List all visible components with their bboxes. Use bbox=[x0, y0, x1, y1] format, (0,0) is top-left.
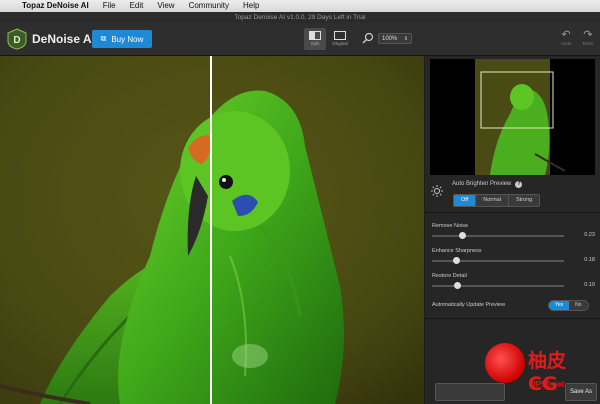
zoom-icon bbox=[362, 32, 374, 44]
menu-bar: Topaz DeNoise AI File Edit View Communit… bbox=[0, 0, 600, 12]
menu-help[interactable]: Help bbox=[243, 0, 259, 12]
remove-noise-label: Remove Noise bbox=[432, 223, 469, 229]
zoom-select[interactable]: 100% ⇕ bbox=[378, 33, 412, 44]
auto-update-yes[interactable]: Yes bbox=[549, 301, 570, 310]
original-view-button[interactable]: Original bbox=[329, 28, 351, 50]
enhance-sharpness-value: 0.18 bbox=[584, 257, 595, 263]
brighten-off-option[interactable]: Off bbox=[454, 195, 477, 206]
sun-icon bbox=[431, 185, 443, 197]
menu-file[interactable]: File bbox=[103, 0, 116, 12]
buy-now-button[interactable]: ⧉ Buy Now bbox=[92, 30, 152, 48]
restore-detail-value: 0.19 bbox=[584, 282, 595, 288]
remove-noise-value: 0.23 bbox=[584, 232, 595, 238]
auto-brighten-section: Auto Brighten Preview? Off Normal Strong bbox=[425, 178, 600, 210]
original-view-label: Original bbox=[332, 41, 348, 46]
help-icon[interactable]: ? bbox=[515, 181, 523, 188]
undo-label: Undo bbox=[560, 41, 572, 46]
slider-track[interactable] bbox=[432, 235, 564, 237]
zoom-value: 100% bbox=[382, 36, 398, 42]
split-view-label: Split bbox=[310, 41, 320, 46]
watermark-url: UP58.net bbox=[530, 380, 565, 389]
slider-handle[interactable] bbox=[454, 282, 462, 289]
auto-brighten-label: Auto Brighten Preview bbox=[452, 181, 512, 187]
denoise-logo-icon: D bbox=[7, 28, 27, 50]
toolbar: D DeNoise AI ⧉ Buy Now Split Original 10… bbox=[0, 23, 600, 56]
remove-noise-slider[interactable]: Remove Noise 0.23 bbox=[432, 223, 595, 243]
menu-app-name[interactable]: Topaz DeNoise AI bbox=[22, 0, 89, 12]
chevron-updown-icon: ⇕ bbox=[403, 36, 408, 42]
auto-brighten-heading: Auto Brighten Preview? bbox=[452, 181, 523, 188]
navigator-thumbnail[interactable] bbox=[430, 59, 595, 175]
navigator-image bbox=[430, 59, 595, 175]
watermark: 柚皮CG UP58.net bbox=[485, 340, 595, 402]
redo-icon: ↷ bbox=[583, 29, 593, 41]
external-link-icon: ⧉ bbox=[100, 34, 107, 43]
slider-handle[interactable] bbox=[459, 232, 467, 239]
undo-button[interactable]: ↶ Undo bbox=[554, 29, 578, 51]
enhance-sharpness-slider[interactable]: Enhance Sharpness 0.18 bbox=[432, 248, 595, 268]
brighten-strong-option[interactable]: Strong bbox=[508, 195, 540, 206]
auto-update-label: Automatically Update Preview bbox=[432, 302, 506, 308]
svg-text:D: D bbox=[13, 35, 20, 46]
redo-label: Redo bbox=[582, 41, 594, 46]
slider-track[interactable] bbox=[432, 260, 564, 262]
brighten-normal-option[interactable]: Normal bbox=[476, 195, 509, 206]
restore-detail-slider[interactable]: Restore Detail 0.19 bbox=[432, 273, 595, 293]
buy-now-label: Buy Now bbox=[111, 34, 144, 44]
split-view-button[interactable]: Split bbox=[304, 28, 326, 50]
panel-divider bbox=[425, 212, 600, 213]
split-view-icon bbox=[309, 31, 321, 40]
window-title: Topaz Denoise AI v1.0.0, 29 Days Left in… bbox=[0, 12, 600, 23]
auto-update-no[interactable]: No bbox=[569, 301, 588, 310]
menu-view[interactable]: View bbox=[157, 0, 174, 12]
image-icon bbox=[334, 31, 346, 40]
menu-edit[interactable]: Edit bbox=[130, 0, 144, 12]
redo-button[interactable]: ↷ Redo bbox=[576, 29, 600, 51]
slider-handle[interactable] bbox=[452, 257, 460, 264]
app-brand: DeNoise AI bbox=[32, 32, 95, 46]
watermark-logo-icon bbox=[485, 343, 525, 383]
menu-community[interactable]: Community bbox=[189, 0, 229, 12]
bird-photo bbox=[0, 56, 424, 404]
panel-divider bbox=[425, 318, 600, 319]
image-canvas[interactable] bbox=[0, 56, 424, 404]
slider-track[interactable] bbox=[432, 285, 564, 287]
restore-detail-label: Restore Detail bbox=[432, 273, 467, 279]
brighten-segmented-control: Off Normal Strong bbox=[453, 194, 541, 207]
undo-icon: ↶ bbox=[561, 29, 571, 41]
enhance-sharpness-label: Enhance Sharpness bbox=[432, 248, 482, 254]
auto-update-toggle: Yes No bbox=[548, 300, 589, 311]
